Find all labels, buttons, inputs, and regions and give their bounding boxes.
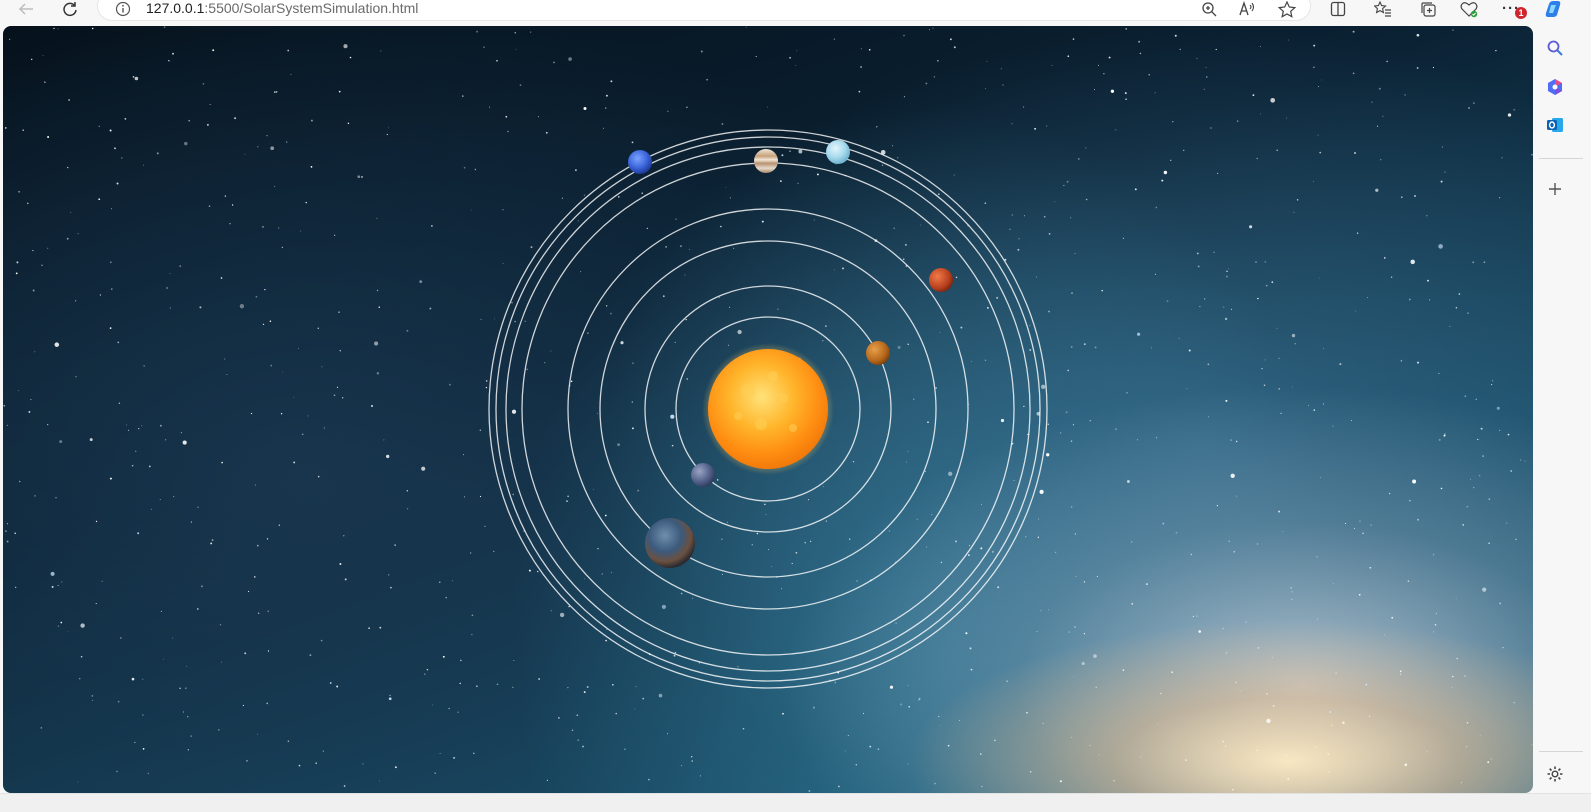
sun [708, 349, 828, 469]
sidebar-divider [1539, 158, 1583, 159]
favorites-icon[interactable] [1372, 0, 1394, 18]
settings-icon[interactable] [1544, 763, 1566, 785]
split-screen-icon[interactable] [1327, 0, 1349, 18]
page-viewport [3, 26, 1533, 793]
outlook-icon[interactable] [1544, 114, 1566, 136]
planet-mars [929, 268, 953, 292]
refresh-icon[interactable] [59, 0, 81, 18]
planet-earth [645, 518, 695, 568]
add-icon[interactable] [1544, 178, 1566, 200]
planet-jupiter [754, 149, 778, 173]
notification-badge: 1 [1515, 7, 1527, 19]
sidebar-divider-bottom [1539, 751, 1583, 752]
search-icon[interactable] [1544, 37, 1566, 59]
info-icon[interactable] [113, 0, 133, 18]
url-text[interactable]: 127.0.0.1:5500/SolarSystemSimulation.htm… [146, 0, 418, 16]
copilot-apps-icon[interactable] [1544, 76, 1566, 98]
copilot-icon[interactable] [1542, 0, 1566, 18]
read-aloud-icon[interactable] [1236, 0, 1258, 18]
planet-saturn [826, 140, 850, 164]
url-host: 127.0.0.1 [146, 0, 205, 16]
planet-venus [691, 463, 715, 487]
browser-toolbar: 127.0.0.1:5500/SolarSystemSimulation.htm… [0, 0, 1591, 26]
collections-icon[interactable] [1417, 0, 1439, 18]
favorite-star-icon[interactable] [1276, 0, 1298, 18]
bottom-edge [0, 793, 1591, 812]
zoom-icon[interactable] [1198, 0, 1220, 18]
planet-neptune [628, 150, 652, 174]
browser-essentials-icon[interactable] [1458, 0, 1480, 18]
back-icon[interactable] [15, 0, 37, 18]
solar-system-simulation [488, 129, 1048, 689]
browser-sidebar [1533, 26, 1591, 793]
planet-mercury [866, 341, 890, 365]
url-path: :5500/SolarSystemSimulation.html [204, 0, 419, 16]
